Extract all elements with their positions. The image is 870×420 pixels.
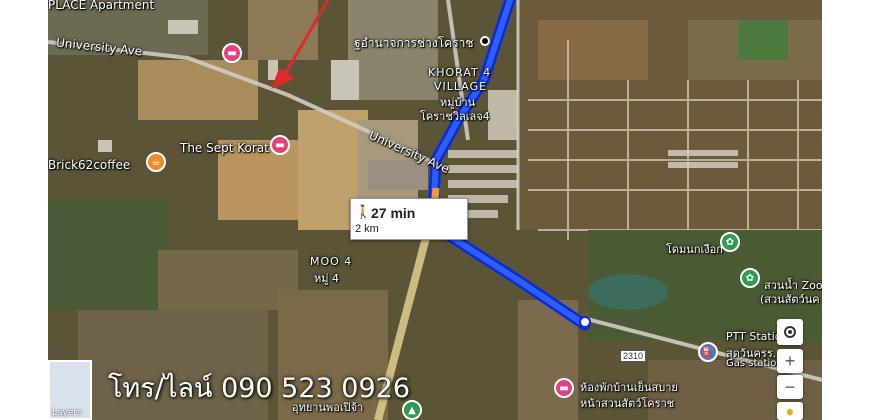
road-number-shield: 2310	[620, 350, 647, 362]
khorat-village-label: โคราชวิลเลจ4	[420, 110, 490, 123]
pegman-icon[interactable]: ●	[777, 402, 803, 420]
police-school-label[interactable]: ฐอำนาจการช่างโคราช	[354, 34, 474, 53]
khorat-village-label: VILLAGE	[434, 80, 488, 93]
gas-station-icon[interactable]: ⛽	[698, 342, 718, 362]
apartment-label[interactable]: PLACE Apartment	[48, 0, 154, 12]
coffee-icon[interactable]: ☕	[146, 152, 166, 172]
zoo-label[interactable]: (สวนสัตว์นค	[760, 290, 820, 308]
zoo-icon[interactable]: ✿	[740, 268, 760, 288]
hotel-icon[interactable]: ▬	[554, 378, 574, 398]
walking-icon: 🚶	[355, 204, 372, 219]
route-time: 27 min	[371, 205, 416, 221]
ptt-label[interactable]: Gas station	[726, 358, 783, 369]
hotel-icon[interactable]: ▬	[270, 135, 290, 155]
zoo-label[interactable]: โดมนกเงือก	[666, 240, 723, 258]
route-info-box[interactable]: 🚶 27 min 2 km	[350, 198, 468, 240]
khorat-village-label: KHORAT 4	[428, 66, 492, 79]
place-dot-icon[interactable]	[480, 36, 490, 46]
moo4-label: หมู่ 4	[314, 272, 339, 285]
moo4-label: MOO 4	[310, 255, 353, 268]
route-distance: 2 km	[355, 223, 379, 235]
zoom-in-button[interactable]: +	[777, 349, 803, 373]
sept-korat-label[interactable]: The Sept Korat	[180, 141, 269, 155]
hotel-label[interactable]: หน้าสวนสัตว์โคราช	[580, 394, 674, 412]
brick62-label[interactable]: Brick62coffee	[48, 158, 130, 172]
phone-watermark: โทร/ไลน์ 090 523 0926	[108, 373, 411, 404]
zoom-out-button[interactable]: −	[777, 375, 803, 399]
locate-icon[interactable]	[777, 319, 803, 345]
layers-label: Layers	[52, 408, 82, 418]
zoo-icon[interactable]: ✿	[720, 232, 740, 252]
layers-button[interactable]: Layers	[48, 360, 92, 420]
hotel-icon[interactable]: ▬	[222, 43, 242, 63]
